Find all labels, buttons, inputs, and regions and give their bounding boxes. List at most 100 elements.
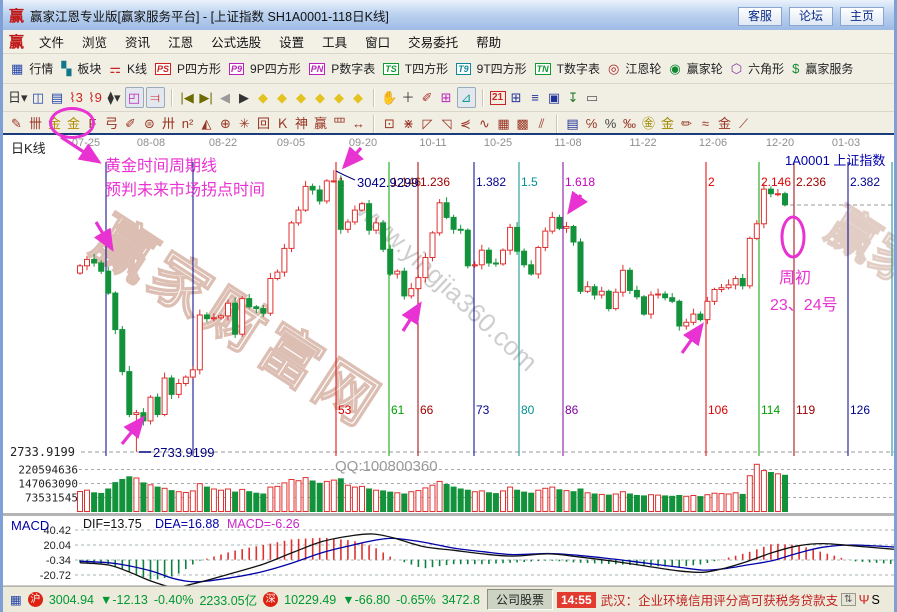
chart-window-icon[interactable]: ◫ <box>30 88 47 107</box>
p9-square-button-label: 9P四方形 <box>250 60 301 77</box>
volume-profile-icon[interactable]: ⫤ <box>146 87 165 108</box>
menu-item-7[interactable]: 窗口 <box>356 34 399 52</box>
market-grid-icon[interactable]: ▦ <box>10 592 22 607</box>
stats-column-icon[interactable]: ▤ <box>564 114 581 133</box>
trend-slash-icon[interactable]: ⟋ <box>735 114 752 133</box>
span-arrow-icon[interactable]: ↔ <box>350 114 367 133</box>
ying-grid-icon[interactable]: 赢 <box>312 114 329 133</box>
menu-item-1[interactable]: 浏览 <box>73 34 116 52</box>
gann-grid-button[interactable]: ⊞ <box>438 88 455 107</box>
p-square-button[interactable]: PSP四方形 <box>155 60 221 77</box>
spiral-tool-icon[interactable]: 弓 <box>103 114 120 133</box>
svg-text:106: 106 <box>708 403 728 417</box>
crosshair-button[interactable]: ＋ <box>400 88 417 107</box>
gold-wheel-icon[interactable]: ㊎ <box>640 114 657 133</box>
kline-button[interactable]: ⚎K线 <box>109 60 147 77</box>
next-bar-button[interactable]: ▶ <box>236 88 253 107</box>
menu-item-0[interactable]: 文件 <box>30 34 73 52</box>
gann-center-icon[interactable]: ⊕ <box>217 114 234 133</box>
print-button[interactable]: ▭ <box>584 88 601 107</box>
star-rays-icon[interactable]: ✳ <box>236 114 253 133</box>
menu-item-8[interactable]: 交易委托 <box>399 34 467 52</box>
ray-burst-icon[interactable]: ⋇ <box>400 114 417 133</box>
menu-item-4[interactable]: 公式选股 <box>202 34 270 52</box>
p9-square-button[interactable]: P99P四方形 <box>229 60 301 77</box>
cycle-circle-icon[interactable]: ⊜ <box>141 114 158 133</box>
overlay3-icon[interactable]: ⌇3 <box>68 88 85 107</box>
gold-lines-icon[interactable]: 金 <box>659 114 676 133</box>
hexagon-button[interactable]: ⬡六角形 <box>731 60 784 77</box>
t9-square-button[interactable]: T99T四方形 <box>456 60 527 77</box>
chart-canvas[interactable]: 赢家财富网赢家财富网www.yingjia360.com07-2508-0808… <box>3 133 897 586</box>
zigzag-icon[interactable]: ∿ <box>476 114 493 133</box>
menu-item-9[interactable]: 帮助 <box>467 34 510 52</box>
box-tool-icon[interactable]: ⊡ <box>381 114 398 133</box>
forum-button[interactable]: 论坛 <box>789 7 833 26</box>
mirror-fold-icon[interactable]: ◭ <box>198 114 215 133</box>
fan-left-icon[interactable]: ◸ <box>419 114 436 133</box>
price-ruler-icon[interactable]: 罒 <box>331 114 348 133</box>
home-button[interactable]: 主页 <box>840 7 884 26</box>
sectors-button[interactable]: ▚板块 <box>61 60 101 77</box>
calendar-button[interactable]: 21 <box>490 91 506 105</box>
grid-fine-icon[interactable]: ▦ <box>495 114 512 133</box>
winner-service-button[interactable]: $赢家服务 <box>792 60 853 77</box>
marker-dropdown[interactable]: ⧫▾ <box>106 88 123 107</box>
p-number-button[interactable]: PNP数字表 <box>309 60 376 77</box>
news-category-ticker[interactable]: 公司股票 <box>487 589 553 610</box>
calculator-button[interactable]: ⊞ <box>508 88 525 107</box>
info-panel-icon[interactable]: ▤ <box>49 88 66 107</box>
angle-lines-icon[interactable]: ⋞ <box>457 114 474 133</box>
bar-count-icon[interactable]: 卅 <box>160 114 177 133</box>
diamond-hshrink-button[interactable]: ◆ <box>312 88 329 107</box>
square-cycle-icon[interactable]: 回 <box>255 114 272 133</box>
svg-text:23、24号: 23、24号 <box>770 296 838 314</box>
percent-slope-icon[interactable]: ℅ <box>583 114 600 133</box>
save-button[interactable]: ▣ <box>546 88 563 107</box>
wave-band-icon[interactable]: ≈ <box>697 114 714 133</box>
percent-icon[interactable]: % <box>602 114 619 133</box>
diamond-allshrink-button[interactable]: ◆ <box>331 88 348 107</box>
t-number-button[interactable]: TNT数字表 <box>535 60 600 77</box>
diamond-allexpand-button[interactable]: ◆ <box>350 88 367 107</box>
time-bars-icon[interactable]: 卌 <box>27 114 44 133</box>
diamond-right-button[interactable]: ◆ <box>274 88 291 107</box>
t-square-button[interactable]: TST四方形 <box>383 60 448 77</box>
parallel-icon[interactable]: ⫽ <box>533 114 550 133</box>
gold-band-icon-icon: 金 <box>718 116 731 131</box>
diamond-hexpand-button[interactable]: ◆ <box>293 88 310 107</box>
notes-button[interactable]: ≡ <box>527 88 544 107</box>
prev-bar-button[interactable]: ◀ <box>217 88 234 107</box>
news-headline[interactable]: 武汉：企业环境信用评分高可获税务贷款支 <box>601 590 839 609</box>
grid-shade-icon[interactable]: ▩ <box>514 114 531 133</box>
support-button[interactable]: 客服 <box>738 7 782 26</box>
flag-pen-icon[interactable]: ✏ <box>678 114 695 133</box>
menu-item-2[interactable]: 资讯 <box>116 34 159 52</box>
overlay9-icon[interactable]: ⌇9 <box>87 88 104 107</box>
wave-zone-icon[interactable]: ◰ <box>125 87 144 108</box>
angle-tool-button[interactable]: ✐ <box>419 88 436 107</box>
news-scroll-spinner[interactable]: ⇅ <box>841 593 855 606</box>
last-bar-button[interactable]: ▶| <box>198 88 215 107</box>
diamond-left-button-icon: ◆ <box>258 90 268 105</box>
first-bar-button[interactable]: |◀ <box>179 88 196 107</box>
fan-box-icon[interactable]: ◹ <box>438 114 455 133</box>
draw-pen-icon[interactable]: ✎ <box>8 114 25 133</box>
gann-wheel-button[interactable]: ◎江恩轮 <box>608 60 661 77</box>
menu-item-5[interactable]: 设置 <box>270 34 313 52</box>
gold-band-icon[interactable]: 金 <box>716 114 733 133</box>
menu-item-3[interactable]: 江恩 <box>159 34 202 52</box>
shen-grid-icon[interactable]: 神 <box>293 114 310 133</box>
pan-hand-button[interactable]: ✋ <box>381 88 398 107</box>
export-button[interactable]: ↧ <box>565 88 582 107</box>
diamond-left-button[interactable]: ◆ <box>255 88 272 107</box>
k-mark-icon[interactable]: Ｋ <box>274 114 291 133</box>
mark-pen-icon[interactable]: ✐ <box>122 114 139 133</box>
quotes-button[interactable]: ▦行情 <box>11 60 53 77</box>
n-square-icon[interactable]: n² <box>179 114 196 133</box>
menu-item-6[interactable]: 工具 <box>313 34 356 52</box>
period-style-dropdown[interactable]: 日▾ <box>8 88 28 107</box>
gann-fan-button[interactable]: ⊿ <box>457 87 476 108</box>
percent-lines-icon[interactable]: ‰ <box>621 114 638 133</box>
winner-wheel-button[interactable]: ◉赢家轮 <box>669 60 722 77</box>
